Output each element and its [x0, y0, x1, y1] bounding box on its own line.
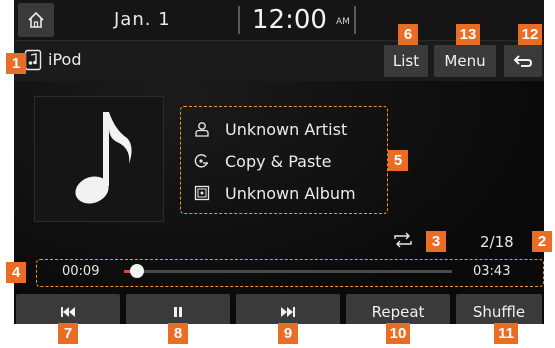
callout-9: 9	[278, 323, 298, 344]
shuffle-button[interactable]: Shuffle	[456, 294, 542, 324]
progress-knob[interactable]	[130, 264, 145, 278]
callout-13: 13	[456, 24, 480, 45]
callout-11: 11	[494, 323, 518, 344]
album-row: Unknown Album	[191, 181, 356, 205]
artist-icon	[191, 120, 213, 138]
home-icon	[28, 11, 44, 28]
menu-button[interactable]: Menu	[434, 45, 496, 77]
back-arrow-icon	[513, 55, 533, 67]
skip-previous-icon	[61, 307, 75, 317]
callout-3: 3	[426, 231, 446, 252]
back-button[interactable]	[504, 45, 542, 77]
track-info-box: Unknown Artist Copy & Paste Unknown Albu…	[180, 106, 388, 214]
divider	[354, 6, 356, 34]
repeat-button[interactable]: Repeat	[346, 294, 450, 324]
clock-ampm: AM	[336, 17, 350, 27]
callout-1: 1	[6, 53, 26, 74]
next-button[interactable]	[236, 294, 340, 324]
progress-bar[interactable]	[124, 264, 452, 278]
list-button[interactable]: List	[384, 45, 428, 77]
title-row: iPod List Menu	[14, 41, 544, 81]
previous-button[interactable]	[16, 294, 120, 324]
song-title: Copy & Paste	[225, 151, 332, 171]
callout-8: 8	[168, 323, 188, 344]
music-note-icon	[75, 112, 132, 204]
callout-10: 10	[386, 323, 410, 344]
artist-name: Unknown Artist	[225, 119, 348, 139]
clock-time: 12:00	[252, 5, 327, 35]
callout-12: 12	[518, 24, 542, 45]
song-title-icon	[191, 152, 213, 170]
callout-7: 7	[58, 323, 78, 344]
skip-next-icon	[281, 307, 295, 317]
title-row-info: Copy & Paste	[191, 149, 331, 173]
repeat-mode-icon	[394, 232, 412, 248]
progress-area	[36, 259, 544, 287]
callout-4: 4	[6, 262, 26, 283]
elapsed-time: 00:09	[62, 264, 100, 279]
album-name: Unknown Album	[225, 183, 356, 203]
pause-icon	[174, 307, 182, 317]
callout-2: 2	[532, 231, 552, 252]
pause-button[interactable]	[126, 294, 230, 324]
head-unit-screen: Jan. 1 12:00 AM iPod List Menu Unknown A…	[14, 0, 544, 324]
source-title: iPod	[48, 50, 82, 69]
date-display: Jan. 1	[114, 9, 171, 30]
total-time: 03:43	[473, 264, 511, 279]
callout-6: 6	[398, 24, 418, 45]
divider	[238, 6, 240, 34]
album-art	[34, 96, 164, 222]
ipod-icon	[24, 49, 42, 71]
artist-row: Unknown Artist	[191, 117, 347, 141]
track-counter: 2/18	[480, 233, 514, 251]
callout-5: 5	[388, 150, 408, 171]
home-button[interactable]	[18, 3, 54, 37]
album-icon	[191, 184, 213, 202]
